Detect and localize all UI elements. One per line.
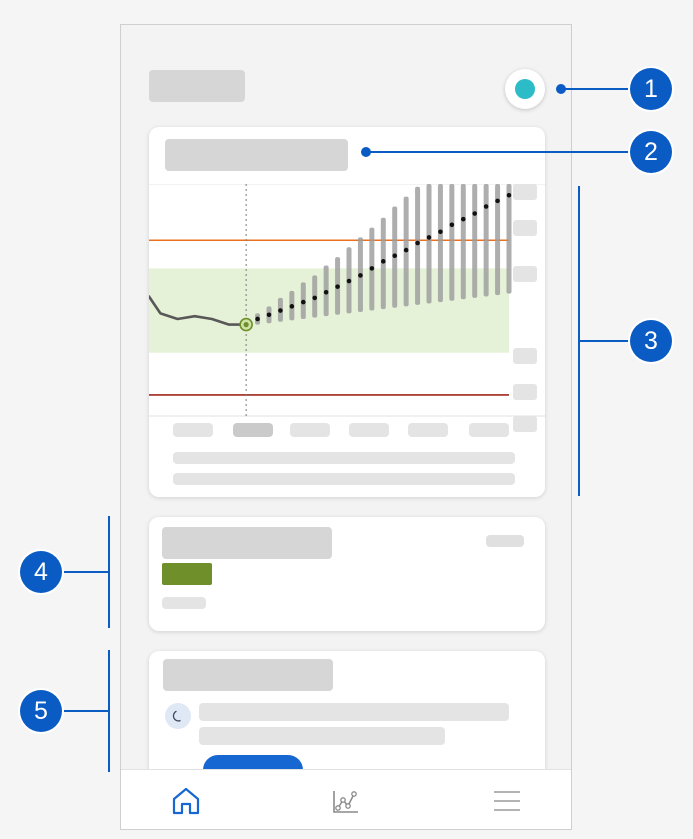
- forecast-range-bar: [483, 184, 489, 297]
- home-icon: [172, 787, 200, 815]
- status-badge: [162, 563, 212, 585]
- forecast-point: [392, 253, 398, 259]
- time-tick-placeholder: [173, 423, 213, 437]
- forecast-range-bar: [415, 186, 421, 305]
- night-card-text-line: [199, 727, 445, 745]
- forecast-point: [495, 198, 500, 204]
- y-tick-placeholder: [513, 220, 537, 236]
- tab-home[interactable]: [166, 784, 206, 818]
- forecast-point: [426, 235, 432, 240]
- time-tick-placeholder: [408, 423, 448, 437]
- y-tick-placeholder: [513, 348, 537, 364]
- forecast-range-bar: [460, 184, 466, 300]
- avatar-status-dot: [515, 79, 535, 99]
- y-tick-placeholder: [513, 266, 537, 282]
- forecast-point: [255, 316, 260, 322]
- phone-screen: [120, 24, 572, 830]
- target-range-band: [149, 268, 509, 353]
- time-tick-placeholder-current: [233, 423, 273, 437]
- time-tick-placeholder: [469, 423, 509, 437]
- forecast-point: [449, 222, 455, 228]
- forecast-point: [346, 278, 352, 284]
- reading-subtext-placeholder: [162, 597, 206, 609]
- callout-4: 4: [20, 551, 62, 593]
- y-tick-placeholder: [513, 384, 537, 400]
- forecast-range-bar: [472, 184, 478, 298]
- forecast-chart: [149, 184, 545, 432]
- forecast-card: [149, 127, 545, 497]
- forecast-point: [323, 289, 329, 295]
- callout-3: 3: [630, 320, 672, 362]
- tab-trends[interactable]: [326, 784, 366, 818]
- forecast-point: [460, 216, 466, 222]
- forecast-range-bar: [506, 184, 512, 294]
- hamburger-menu-icon: [494, 791, 520, 811]
- profile-avatar-button[interactable]: [505, 69, 545, 109]
- callout-5: 5: [20, 690, 62, 732]
- forecast-point: [266, 312, 272, 318]
- forecast-range-bar: [437, 184, 443, 303]
- forecast-point: [358, 273, 363, 278]
- forecast-range-bar: [426, 184, 432, 304]
- callout-2: 2: [630, 131, 672, 173]
- time-tick-placeholder: [290, 423, 330, 437]
- bottom-tab-bar: [121, 769, 571, 829]
- forecast-card-title-placeholder: [165, 139, 348, 171]
- forecast-point: [278, 308, 283, 313]
- reading-title-placeholder: [162, 527, 332, 559]
- reading-time-placeholder: [486, 535, 524, 547]
- forecast-point: [438, 229, 443, 235]
- forecast-point: [312, 295, 318, 301]
- moon-icon: [165, 703, 191, 729]
- forecast-point: [380, 259, 386, 264]
- tab-menu[interactable]: [487, 784, 527, 818]
- chart-caption-line: [173, 452, 515, 464]
- night-card-text-line: [199, 703, 509, 721]
- y-tick-placeholder: [513, 184, 537, 200]
- forecast-point: [335, 284, 340, 289]
- trend-chart-icon: [333, 791, 358, 813]
- forecast-point: [369, 266, 375, 271]
- chart-caption-line: [173, 473, 515, 485]
- current-reading-marker-core: [243, 322, 249, 328]
- y-tick-placeholder: [513, 416, 537, 432]
- forecast-range-bar: [449, 184, 455, 301]
- night-card-title-placeholder: [163, 659, 333, 691]
- forecast-point: [472, 211, 478, 216]
- forecast-point: [415, 240, 420, 246]
- forecast-point: [506, 192, 512, 198]
- current-reading-card[interactable]: [149, 517, 545, 631]
- time-tick-placeholder: [349, 423, 389, 437]
- forecast-point: [289, 304, 295, 309]
- page-title-placeholder: [149, 70, 245, 102]
- forecast-point: [300, 299, 306, 305]
- callout-1: 1: [630, 68, 672, 110]
- forecast-point: [403, 247, 409, 253]
- forecast-point: [483, 204, 489, 209]
